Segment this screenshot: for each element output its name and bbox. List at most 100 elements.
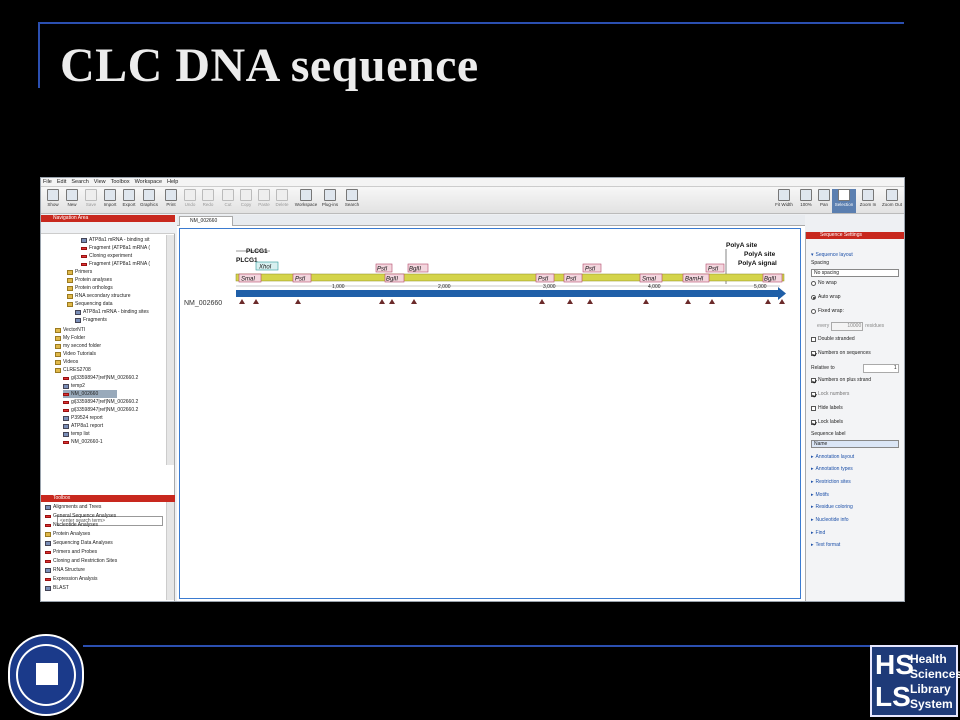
cut-button[interactable]: Cut <box>218 189 238 213</box>
toolbox-item[interactable]: BLAST <box>45 584 69 592</box>
tree-item[interactable]: gi|33598947|ref|NM_002660.2 <box>63 406 138 414</box>
tree-item[interactable]: Cloning experiment <box>81 252 132 260</box>
menu-workspace[interactable]: Workspace <box>135 179 162 185</box>
toolbox-item[interactable]: General Sequence Analyses <box>45 512 116 520</box>
workspace-button[interactable]: Workspace <box>293 189 319 213</box>
tree-item[interactable]: NM_002660-1 <box>63 438 103 446</box>
relative-input[interactable]: 1 <box>862 364 899 373</box>
double-stranded-option[interactable]: Double stranded <box>811 336 855 343</box>
tree-item[interactable]: ATP8a1 mRNA - binding sites <box>75 308 149 316</box>
redo-button[interactable]: Redo <box>198 189 218 213</box>
toolbox-item[interactable]: Protein Analyses <box>45 530 90 538</box>
export-button[interactable]: Export <box>119 189 139 213</box>
menu-file[interactable]: File <box>43 179 52 185</box>
tree-item[interactable]: ATP8a1 mRNA - binding sit <box>81 236 150 244</box>
selection-button[interactable]: Selection <box>832 189 856 213</box>
section-sequence-layout[interactable]: ▾ Sequence layout <box>811 252 853 259</box>
pan-button[interactable]: Pan <box>814 189 834 213</box>
zoom-out-button[interactable]: Zoom Out <box>880 189 904 213</box>
print-button[interactable]: Print <box>161 189 181 213</box>
tree-item[interactable]: Primers <box>67 268 92 276</box>
tree-item[interactable]: Fragment (ATP8a1 mRNA ( <box>81 244 150 252</box>
navigation-header[interactable]: Navigation Area <box>41 215 175 222</box>
tree-item[interactable]: Protein analyses <box>67 276 112 284</box>
tree-item[interactable]: temp2 <box>63 382 85 390</box>
tree-item[interactable]: temp list <box>63 430 90 438</box>
tree-item[interactable]: CLRES2708 <box>55 366 91 374</box>
graphics-button[interactable]: Graphics <box>139 189 159 213</box>
section-residue-coloring[interactable]: ▸ Residue coloring <box>811 504 853 511</box>
tree-item[interactable]: Video Tutorials <box>55 350 96 358</box>
menu-toolbox[interactable]: Toolbox <box>111 179 130 185</box>
toolbox-item[interactable]: Nucleotide Analyses <box>45 521 98 529</box>
no-wrap-option[interactable]: No wrap <box>811 280 837 287</box>
tree-item-selected[interactable]: NM_002660 <box>63 390 117 398</box>
annotation-plcg1-cds[interactable]: PLCG1 <box>236 257 258 264</box>
zoom-100-button[interactable]: 100% <box>796 189 816 213</box>
annotation-polya-site-1[interactable]: PolyA site <box>726 242 758 249</box>
numbers-plus-strand-option[interactable]: Numbers on plus strand <box>811 377 871 384</box>
zoom-in-button[interactable]: Zoom In <box>857 189 879 213</box>
sequence-label-select[interactable]: Name <box>811 440 899 448</box>
section-text-format[interactable]: ▸ Text format <box>811 542 840 549</box>
toolbox-scrollbar[interactable] <box>166 502 174 600</box>
sequence-bar[interactable] <box>236 290 778 297</box>
toolbox-item[interactable]: Alignments and Trees <box>45 503 101 511</box>
navigation-scrollbar[interactable] <box>166 235 174 465</box>
fixed-wrap-option[interactable]: Fixed wrap: <box>811 308 844 315</box>
copy-button[interactable]: Copy <box>236 189 256 213</box>
menu-help[interactable]: Help <box>167 179 178 185</box>
fit-width-button[interactable]: Fit Width <box>772 189 796 213</box>
hide-labels-option[interactable]: Hide labels <box>811 405 843 412</box>
menu-edit[interactable]: Edit <box>57 179 66 185</box>
section-nucleotide-info[interactable]: ▸ Nucleotide info <box>811 517 849 524</box>
settings-header[interactable]: Sequence Settings <box>806 232 904 239</box>
tree-item[interactable]: Fragments <box>75 316 107 324</box>
annotation-polya-signal[interactable]: PolyA signal <box>738 260 777 267</box>
section-annotation-layout[interactable]: ▸ Annotation layout <box>811 454 854 461</box>
menu-search[interactable]: Search <box>71 179 88 185</box>
sequence-view[interactable]: NM_002660 PLCG1 PLCG1 PolyA site PolyA s… <box>179 228 801 599</box>
toolbox-item[interactable]: Primers and Probes <box>45 548 97 556</box>
import-button[interactable]: Import <box>100 189 120 213</box>
show-button[interactable]: Show <box>43 189 63 213</box>
section-restriction-sites[interactable]: ▸ Restriction sites <box>811 479 851 486</box>
annotation-plcg1[interactable]: PLCG1 <box>246 248 268 255</box>
toolbox-header[interactable]: Toolbox <box>41 495 175 502</box>
delete-button[interactable]: Delete <box>272 189 292 213</box>
tree-item[interactable]: Fragment (ATP8a1 mRNA ( <box>81 260 150 268</box>
menu-view[interactable]: View <box>94 179 106 185</box>
tab-nm-002660[interactable]: NM_002660 <box>179 216 233 226</box>
paste-button[interactable]: Paste <box>254 189 274 213</box>
plugins-button[interactable]: Plug-ins <box>320 189 340 213</box>
toolbox-item[interactable]: RNA Structure <box>45 566 85 574</box>
tree-item[interactable]: my second folder <box>55 342 101 350</box>
tree-item[interactable]: Protein orthologs <box>67 284 113 292</box>
tree-item[interactable]: gi|33598947|ref|NM_002660.2 <box>63 374 138 382</box>
section-annotation-types[interactable]: ▸ Annotation types <box>811 466 853 473</box>
tree-item[interactable]: Sequencing data <box>67 300 113 308</box>
every-input[interactable]: 10000 <box>831 322 864 331</box>
tree-item[interactable]: VectorNTI <box>55 326 85 334</box>
section-find[interactable]: ▸ Find <box>811 530 825 537</box>
toolbox-item[interactable]: Cloning and Restriction Sites <box>45 557 117 565</box>
numbers-on-sequences-option[interactable]: Numbers on sequences <box>811 350 871 357</box>
tree-item[interactable]: My Folder <box>55 334 85 342</box>
section-motifs[interactable]: ▸ Motifs <box>811 492 829 499</box>
save-button[interactable]: Save <box>81 189 101 213</box>
tree-item[interactable]: RNA secondary structure <box>67 292 131 300</box>
search-button[interactable]: Search <box>342 189 362 213</box>
new-button[interactable]: New <box>62 189 82 213</box>
tree-item[interactable]: P39524 report <box>63 414 103 422</box>
lock-numbers-option[interactable]: Lock numbers <box>811 391 849 398</box>
undo-button[interactable]: Undo <box>180 189 200 213</box>
toolbox-item[interactable]: Sequencing Data Analyses <box>45 539 113 547</box>
spacing-select[interactable]: No spacing <box>811 269 899 277</box>
tree-item[interactable]: Videos <box>55 358 78 366</box>
annotation-polya-site-2[interactable]: PolyA site <box>744 251 776 258</box>
tree-item[interactable]: gi|33598947|ref|NM_002660.2 <box>63 398 138 406</box>
toolbox-item[interactable]: Expression Analysis <box>45 575 97 583</box>
auto-wrap-option[interactable]: Auto wrap <box>811 294 841 301</box>
lock-labels-option[interactable]: Lock labels <box>811 419 843 426</box>
tree-item[interactable]: ATP8a1 report <box>63 422 103 430</box>
